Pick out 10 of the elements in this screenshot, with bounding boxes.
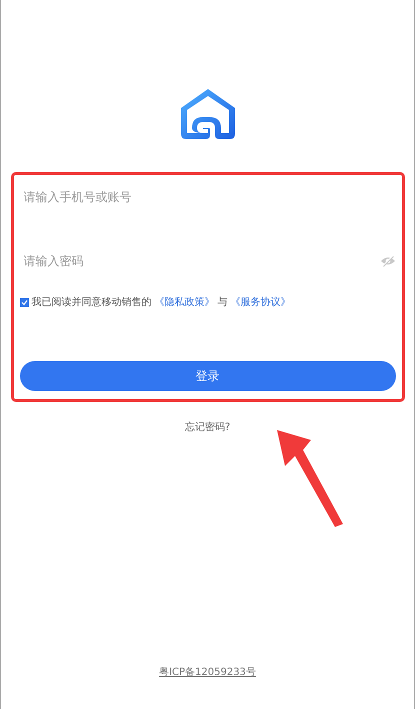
service-agreement-link[interactable]: 《服务协议》 xyxy=(230,295,290,309)
icp-license-link[interactable]: 粤ICP备12059233号 xyxy=(159,665,256,679)
conjunction-text: 与 xyxy=(218,296,228,309)
password-field[interactable]: 请输入密码 xyxy=(24,251,324,271)
agree-checkbox[interactable] xyxy=(20,298,28,306)
consent-text: 我已阅读并同意移动销售的 xyxy=(32,296,152,309)
privacy-policy-link[interactable]: 《隐私政策》 xyxy=(154,295,214,309)
login-button[interactable]: 登录 xyxy=(20,361,396,391)
forgot-password-link[interactable]: 忘记密码? xyxy=(184,420,230,434)
account-field[interactable]: 请输入手机号或账号 xyxy=(24,187,324,207)
